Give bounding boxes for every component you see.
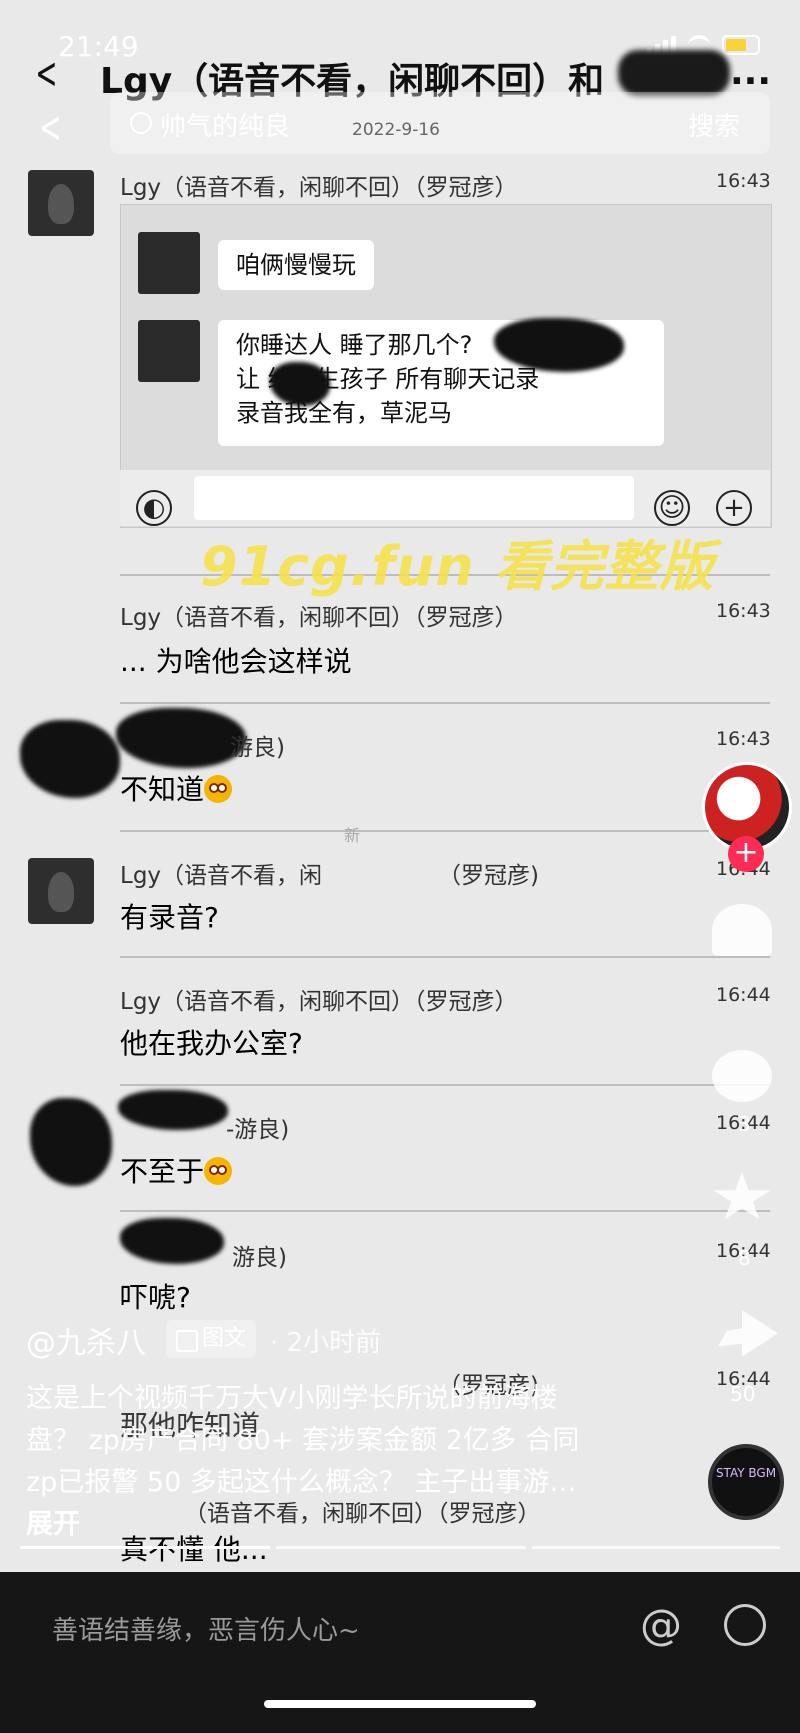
flushed-emoji-icon bbox=[204, 1157, 233, 1185]
redaction-blot bbox=[118, 1090, 228, 1130]
divider bbox=[120, 1084, 770, 1086]
search-icon bbox=[130, 112, 152, 134]
sender-name: Lgy（语音不看，闲聊不回）（罗冠彦） bbox=[120, 175, 518, 201]
music-disc[interactable]: STAY BGM bbox=[708, 1444, 784, 1520]
share-count: 50 bbox=[730, 1382, 756, 1406]
message-text: ... 为啥他会这样说 bbox=[120, 645, 352, 678]
mini-avatar bbox=[138, 232, 200, 294]
post-time: · 2小时前 bbox=[270, 1328, 382, 1358]
sender-name: Lgy（语音不看，闲 bbox=[120, 863, 323, 889]
message-text: 吓唬? bbox=[120, 1281, 191, 1314]
divider bbox=[120, 956, 770, 958]
mini-avatar bbox=[138, 320, 200, 382]
avatar[interactable] bbox=[28, 170, 94, 236]
message-text: 有录音? bbox=[120, 901, 219, 934]
follow-button[interactable]: + bbox=[728, 836, 764, 872]
message-time: 16:43 bbox=[716, 600, 771, 622]
redaction-blot bbox=[120, 1218, 224, 1264]
message-text: 不知道 bbox=[120, 768, 233, 808]
comment-input[interactable]: 善语结善缘，恶言伤人心~ bbox=[52, 1610, 360, 1647]
emoji-icon: ☺ bbox=[654, 490, 690, 526]
flushed-emoji-icon bbox=[204, 775, 233, 803]
avatar[interactable] bbox=[28, 858, 94, 924]
redaction-blot bbox=[20, 720, 120, 798]
sender-name: Lgy（语音不看，闲聊不回）（罗冠彦） bbox=[120, 989, 518, 1015]
search-date: 2022-9-16 bbox=[352, 120, 440, 140]
post-caption: 这是上个视频千万大V小刚学长所说的前海楼盘？ zp房产合同 80+ 套涉案金额 … bbox=[26, 1383, 580, 1540]
redaction-blot bbox=[618, 50, 730, 96]
sender-name-tail: （罗冠彦) bbox=[438, 863, 539, 889]
like-heart-icon[interactable] bbox=[712, 904, 772, 956]
search-input[interactable]: 帅气的纯良 bbox=[160, 106, 290, 143]
message-time: 16:43 bbox=[716, 728, 771, 750]
voice-icon: ◐ bbox=[136, 490, 172, 526]
sender-name: -游良) bbox=[226, 1117, 290, 1143]
message-time: 16:43 bbox=[716, 170, 771, 192]
redaction-blot bbox=[30, 1098, 112, 1186]
plus-icon: + bbox=[716, 490, 752, 526]
message-text: 不至于 bbox=[120, 1150, 233, 1190]
favorite-count: 8 bbox=[738, 1246, 751, 1270]
expand-link[interactable]: 展开 bbox=[26, 1509, 80, 1540]
watermark-small: 新 bbox=[344, 826, 361, 845]
share-icon[interactable] bbox=[718, 1310, 778, 1357]
back-icon[interactable]: < bbox=[35, 48, 57, 99]
sender-name: 游良) bbox=[232, 1245, 287, 1271]
message-text: 他在我办公室? bbox=[120, 1027, 303, 1060]
comment-icon[interactable] bbox=[712, 1050, 772, 1102]
at-icon[interactable]: @ bbox=[640, 1600, 682, 1649]
progress-segments bbox=[20, 1546, 780, 1549]
image-post-icon bbox=[176, 1330, 198, 1352]
divider bbox=[120, 830, 770, 832]
panel-input bbox=[194, 476, 634, 520]
divider bbox=[120, 1210, 770, 1212]
search-back-icon[interactable]: < bbox=[39, 102, 61, 153]
author-name[interactable]: @九杀八 bbox=[26, 1318, 146, 1362]
favorite-star-icon[interactable] bbox=[713, 1172, 771, 1220]
more-icon[interactable]: ... bbox=[730, 52, 771, 93]
comment-count: 3 bbox=[738, 1112, 751, 1136]
sender-name: 游良) bbox=[230, 735, 285, 761]
home-indicator bbox=[264, 1700, 536, 1708]
chat-bubble: 咱俩慢慢玩 bbox=[218, 240, 374, 290]
divider bbox=[120, 702, 770, 704]
sender-name: Lgy（语音不看，闲聊不回）（罗冠彦） bbox=[120, 605, 518, 631]
redaction-blot bbox=[116, 708, 246, 768]
search-button[interactable]: 搜索 bbox=[688, 106, 740, 143]
message-time: 16:44 bbox=[716, 984, 771, 1006]
comment-bar bbox=[0, 1572, 800, 1733]
smile-icon[interactable] bbox=[724, 1604, 766, 1646]
watermark: 91cg.fun 看完整版 bbox=[200, 535, 715, 598]
